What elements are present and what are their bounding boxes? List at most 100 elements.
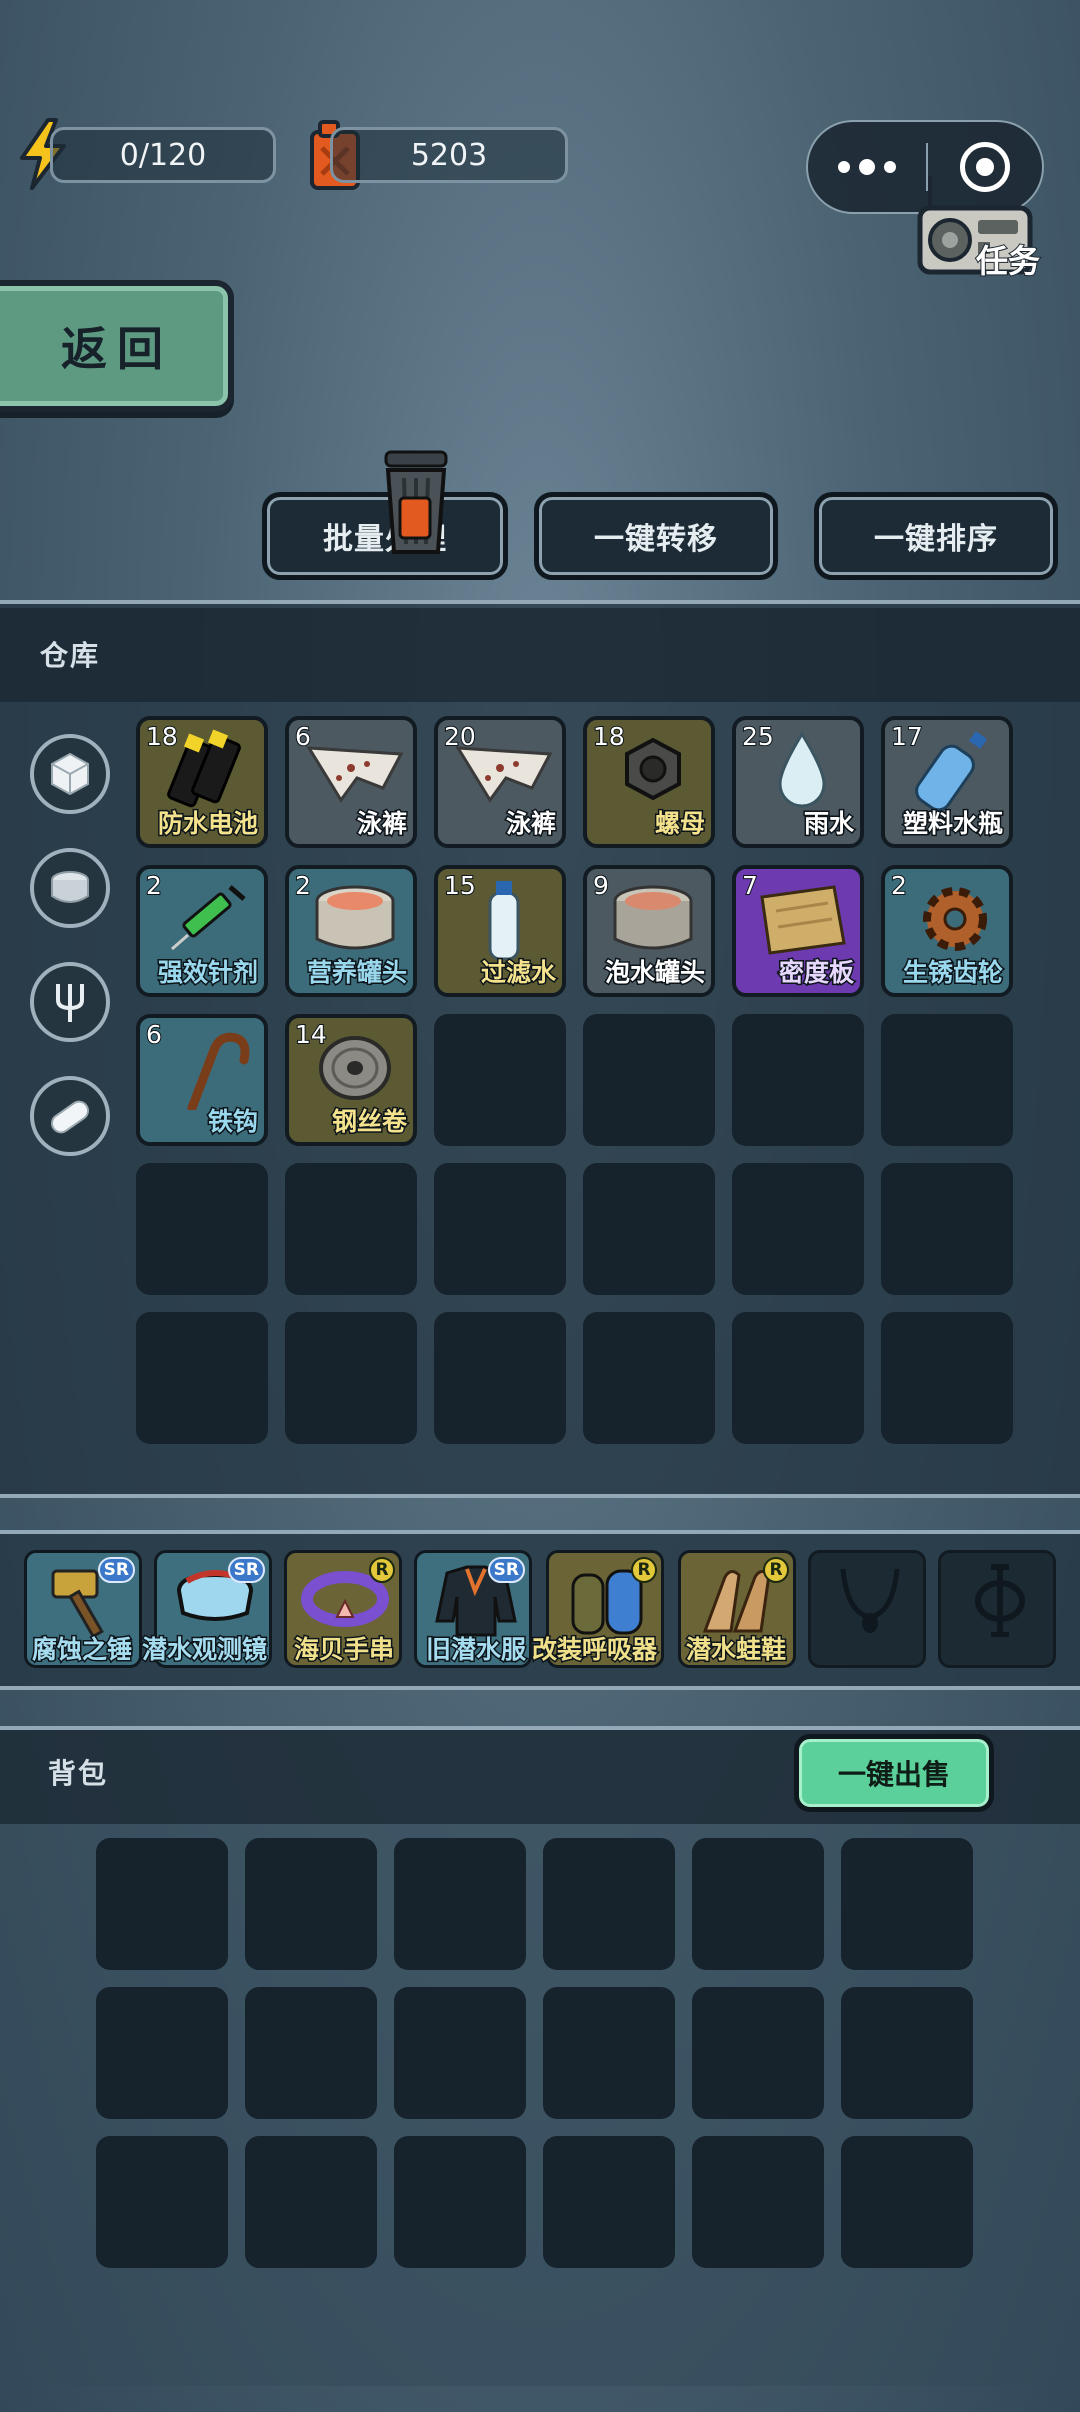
empty-slot[interactable] (583, 1014, 715, 1146)
item-name: 雨水 (802, 808, 855, 840)
item-slot[interactable]: 9 泡水罐头 (583, 865, 715, 997)
empty-slot[interactable] (96, 2136, 228, 2268)
item-name: 生锈齿轮 (901, 957, 1004, 989)
warehouse-grid: 18 防水电池 6 泳裤 20 泳裤 18 螺母 25 雨水 17 塑料水瓶 2… (136, 716, 1013, 1444)
empty-slot[interactable] (841, 2136, 973, 2268)
empty-slot[interactable] (96, 1838, 228, 1970)
item-count: 6 (145, 1019, 163, 1050)
empty-slot[interactable] (245, 1987, 377, 2119)
empty-slot[interactable] (543, 1987, 675, 2119)
item-name: 防水电池 (156, 808, 259, 840)
item-slot[interactable]: 18 防水电池 (136, 716, 268, 848)
empty-slot[interactable] (881, 1312, 1013, 1444)
empty-slot[interactable] (434, 1163, 566, 1295)
empty-slot[interactable] (881, 1163, 1013, 1295)
backpack-grid (96, 1838, 973, 2268)
empty-slot[interactable] (434, 1014, 566, 1146)
equip-name: 腐蚀之锤 (30, 1634, 133, 1666)
empty-slot[interactable] (285, 1163, 417, 1295)
empty-slot[interactable] (245, 1838, 377, 1970)
syringe-icon (171, 885, 246, 951)
sort-all-label: 一键排序 (874, 522, 998, 557)
equip-name: 潜水观测镜 (140, 1634, 268, 1666)
category-tools-button[interactable] (30, 962, 110, 1042)
item-slot[interactable]: 2 强效针剂 (136, 865, 268, 997)
item-slot[interactable]: 15 过滤水 (434, 865, 566, 997)
sort-all-button[interactable]: 一键排序 (814, 492, 1058, 580)
empty-slot[interactable] (692, 2136, 824, 2268)
item-slot[interactable]: 18 螺母 (583, 716, 715, 848)
item-slot[interactable]: 20 泳裤 (434, 716, 566, 848)
back-button[interactable]: 返回 (0, 280, 234, 412)
empty-slot[interactable] (732, 1014, 864, 1146)
item-slot[interactable]: 7 密度板 (732, 865, 864, 997)
empty-slot[interactable] (543, 1838, 675, 1970)
canned-fish-icon (613, 885, 693, 950)
item-slot[interactable]: 6 铁钩 (136, 1014, 268, 1146)
item-name: 泡水罐头 (603, 957, 706, 989)
category-materials-button[interactable] (30, 734, 110, 814)
item-count: 20 (443, 721, 477, 752)
empty-slot[interactable] (96, 1987, 228, 2119)
equip-name: 改装呼吸器 (530, 1634, 658, 1666)
empty-slot[interactable] (245, 2136, 377, 2268)
empty-slot[interactable] (583, 1312, 715, 1444)
empty-slot[interactable] (394, 2136, 526, 2268)
grade-badge: SR (97, 1557, 135, 1583)
equip-slot-artifact-empty[interactable] (938, 1550, 1056, 1668)
empty-slot[interactable] (583, 1163, 715, 1295)
empty-slot[interactable] (394, 1838, 526, 1970)
grade-badge: SR (227, 1557, 265, 1583)
swim-trunks-icon (306, 746, 404, 803)
item-slot[interactable]: 6 泳裤 (285, 716, 417, 848)
more-menu-button[interactable] (808, 122, 926, 212)
item-slot[interactable]: 25 雨水 (732, 716, 864, 848)
necklace-icon (840, 1568, 900, 1633)
item-count: 7 (741, 870, 759, 901)
task-label[interactable]: 任务 (975, 236, 1041, 282)
empty-slot[interactable] (136, 1312, 268, 1444)
empty-slot[interactable] (543, 2136, 675, 2268)
empty-slot[interactable] (285, 1312, 417, 1444)
grade-badge: SR (487, 1557, 525, 1583)
category-medicine-button[interactable] (30, 1076, 110, 1156)
empty-slot[interactable] (136, 1163, 268, 1295)
board-icon (760, 885, 846, 955)
empty-slot[interactable] (732, 1312, 864, 1444)
backpack-title: 背包 (48, 1757, 109, 1790)
grade-badge: R (763, 1557, 789, 1583)
item-count: 14 (294, 1019, 328, 1050)
item-count: 17 (890, 721, 924, 752)
sell-all-button[interactable]: 一键出售 (794, 1734, 994, 1812)
item-count: 6 (294, 721, 312, 752)
empty-slot[interactable] (434, 1312, 566, 1444)
item-name: 铁钩 (206, 1106, 259, 1138)
equip-name: 海贝手串 (292, 1634, 395, 1666)
empty-slot[interactable] (881, 1014, 1013, 1146)
empty-slot[interactable] (841, 1987, 973, 2119)
transfer-all-button[interactable]: 一键转移 (534, 492, 778, 580)
item-slot[interactable]: 2 营养罐头 (285, 865, 417, 997)
item-slot[interactable]: 14 钢丝卷 (285, 1014, 417, 1146)
item-name: 过滤水 (479, 957, 557, 989)
empty-slot[interactable] (841, 1838, 973, 1970)
warehouse-title: 仓库 (40, 639, 101, 672)
item-name: 塑料水瓶 (901, 808, 1004, 840)
can-icon (51, 871, 89, 903)
equip-slot-necklace-empty[interactable] (808, 1550, 926, 1668)
equip-name: 旧潜水服 (424, 1634, 527, 1666)
empty-slot[interactable] (732, 1163, 864, 1295)
category-food-button[interactable] (30, 848, 110, 928)
transfer-all-label: 一键转移 (594, 522, 718, 557)
gear-icon (923, 887, 987, 951)
empty-slot[interactable] (692, 1838, 824, 1970)
item-name: 营养罐头 (305, 957, 408, 989)
empty-slot[interactable] (692, 1987, 824, 2119)
item-slot[interactable]: 17 塑料水瓶 (881, 716, 1013, 848)
item-count: 2 (294, 870, 312, 901)
item-count: 15 (443, 870, 477, 901)
item-count: 2 (145, 870, 163, 901)
item-slot[interactable]: 2 生锈齿轮 (881, 865, 1013, 997)
empty-slot[interactable] (394, 1987, 526, 2119)
item-name: 密度板 (777, 957, 855, 989)
